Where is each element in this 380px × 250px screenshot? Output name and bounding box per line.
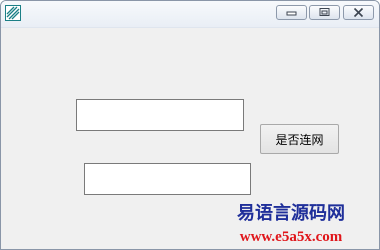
text-input-1[interactable] bbox=[76, 99, 244, 131]
check-network-button-label: 是否连网 bbox=[275, 132, 324, 147]
title-bar[interactable] bbox=[1, 1, 379, 28]
text-input-2[interactable] bbox=[84, 163, 251, 195]
app-window: 是否连网 易语言源码网 www.e5a5x.com bbox=[0, 0, 380, 250]
watermark-url: www.e5a5x.com bbox=[239, 229, 343, 245]
close-button[interactable] bbox=[343, 5, 374, 20]
app-icon[interactable] bbox=[5, 5, 21, 21]
check-network-button[interactable]: 是否连网 bbox=[260, 124, 339, 154]
minimize-button[interactable] bbox=[276, 5, 307, 20]
watermark-title: 易语言源码网 bbox=[237, 203, 345, 224]
maximize-button[interactable] bbox=[309, 5, 340, 20]
